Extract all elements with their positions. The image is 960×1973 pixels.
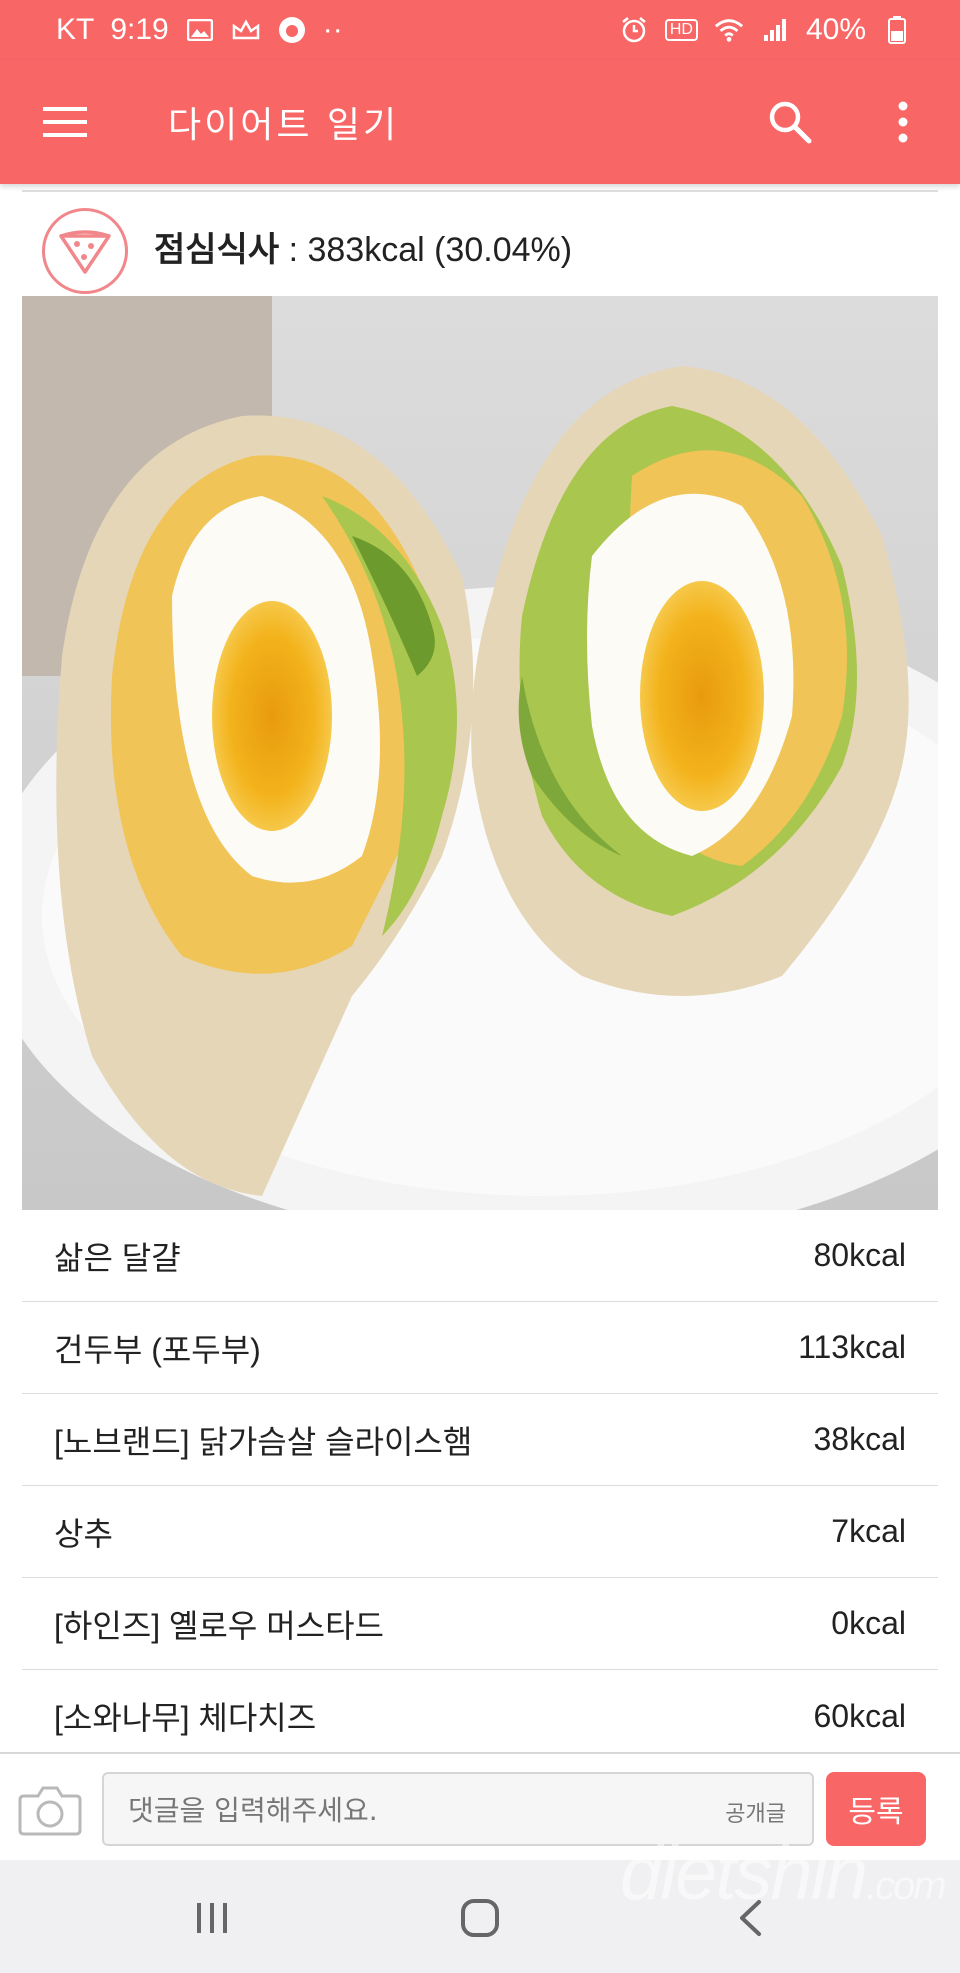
pizza-icon <box>42 208 128 294</box>
status-right: HD 40% <box>619 13 912 47</box>
menu-icon[interactable] <box>30 87 100 157</box>
food-kcal: 113kcal <box>798 1329 906 1365</box>
food-row[interactable]: 삶은 달걀 80kcal <box>22 1210 938 1302</box>
clock: 9:19 <box>110 13 169 46</box>
image-icon <box>185 17 215 43</box>
food-row[interactable]: 건두부 (포두부) 113kcal <box>22 1302 938 1394</box>
food-row[interactable]: [하인즈] 옐로우 머스타드 0kcal <box>22 1578 938 1670</box>
meal-name: 점심식사 <box>154 231 280 269</box>
food-kcal: 7kcal <box>831 1513 906 1549</box>
food-name: 상추 <box>54 1515 113 1552</box>
status-dots: ·· <box>322 13 343 46</box>
meal-summary: 점심식사 : 383kcal (30.04%) <box>154 222 572 271</box>
food-kcal: 60kcal <box>813 1697 907 1734</box>
battery-percent: 40% <box>805 13 866 46</box>
food-name: [소와나무] 체다치즈 <box>54 1700 317 1736</box>
battery-icon <box>882 16 912 44</box>
wifi-icon <box>714 17 744 43</box>
food-kcal: 0kcal <box>831 1605 906 1641</box>
app-bar: 다이어트 일기 <box>0 60 960 184</box>
meal-photo[interactable] <box>22 296 938 1210</box>
watermark-brand: dietshin <box>620 1831 868 1916</box>
food-name: 삶은 달걀 <box>54 1239 181 1276</box>
camera-icon[interactable] <box>18 1784 82 1836</box>
food-row[interactable]: 상추 7kcal <box>22 1486 938 1578</box>
food-kcal: 38kcal <box>813 1421 907 1457</box>
food-name: 건두부 (포두부) <box>54 1331 261 1368</box>
status-left: KT 9:19 ·· <box>56 13 343 47</box>
food-list: 삶은 달걀 80kcal 건두부 (포두부) 113kcal [노브랜드] 닭가… <box>22 1210 938 1762</box>
meal-header: 점심식사 : 383kcal (30.04%) <box>22 194 938 294</box>
alarm-icon <box>619 17 649 43</box>
comment-input[interactable] <box>126 1774 690 1846</box>
app-icon <box>277 17 307 43</box>
more-icon[interactable] <box>868 87 938 157</box>
signal-icon <box>760 17 790 43</box>
visibility-toggle[interactable]: 공개글 <box>725 1796 786 1828</box>
crown-icon <box>231 17 261 43</box>
watermark: dietshin.com <box>620 1830 947 1917</box>
hd-icon: HD <box>664 19 698 41</box>
recents-icon[interactable] <box>172 1888 252 1948</box>
food-row[interactable]: [소와나무] 체다치즈 60kcal <box>22 1670 938 1762</box>
search-icon[interactable] <box>755 87 825 157</box>
food-name: [노브랜드] 닭가슴살 슬라이스햄 <box>54 1423 473 1460</box>
food-kcal: 80kcal <box>813 1237 907 1273</box>
food-name: [하인즈] 옐로우 머스타드 <box>54 1607 384 1644</box>
page-title: 다이어트 일기 <box>168 105 400 146</box>
watermark-suffix: .com <box>865 1864 947 1908</box>
carrier-label: KT <box>56 13 95 46</box>
meal-kcal: : 383kcal (30.04%) <box>279 231 573 269</box>
status-bar: KT 9:19 ·· HD 40% <box>0 0 960 60</box>
divider <box>22 190 938 192</box>
food-row[interactable]: [노브랜드] 닭가슴살 슬라이스햄 38kcal <box>22 1394 938 1486</box>
home-icon[interactable] <box>440 1888 520 1948</box>
